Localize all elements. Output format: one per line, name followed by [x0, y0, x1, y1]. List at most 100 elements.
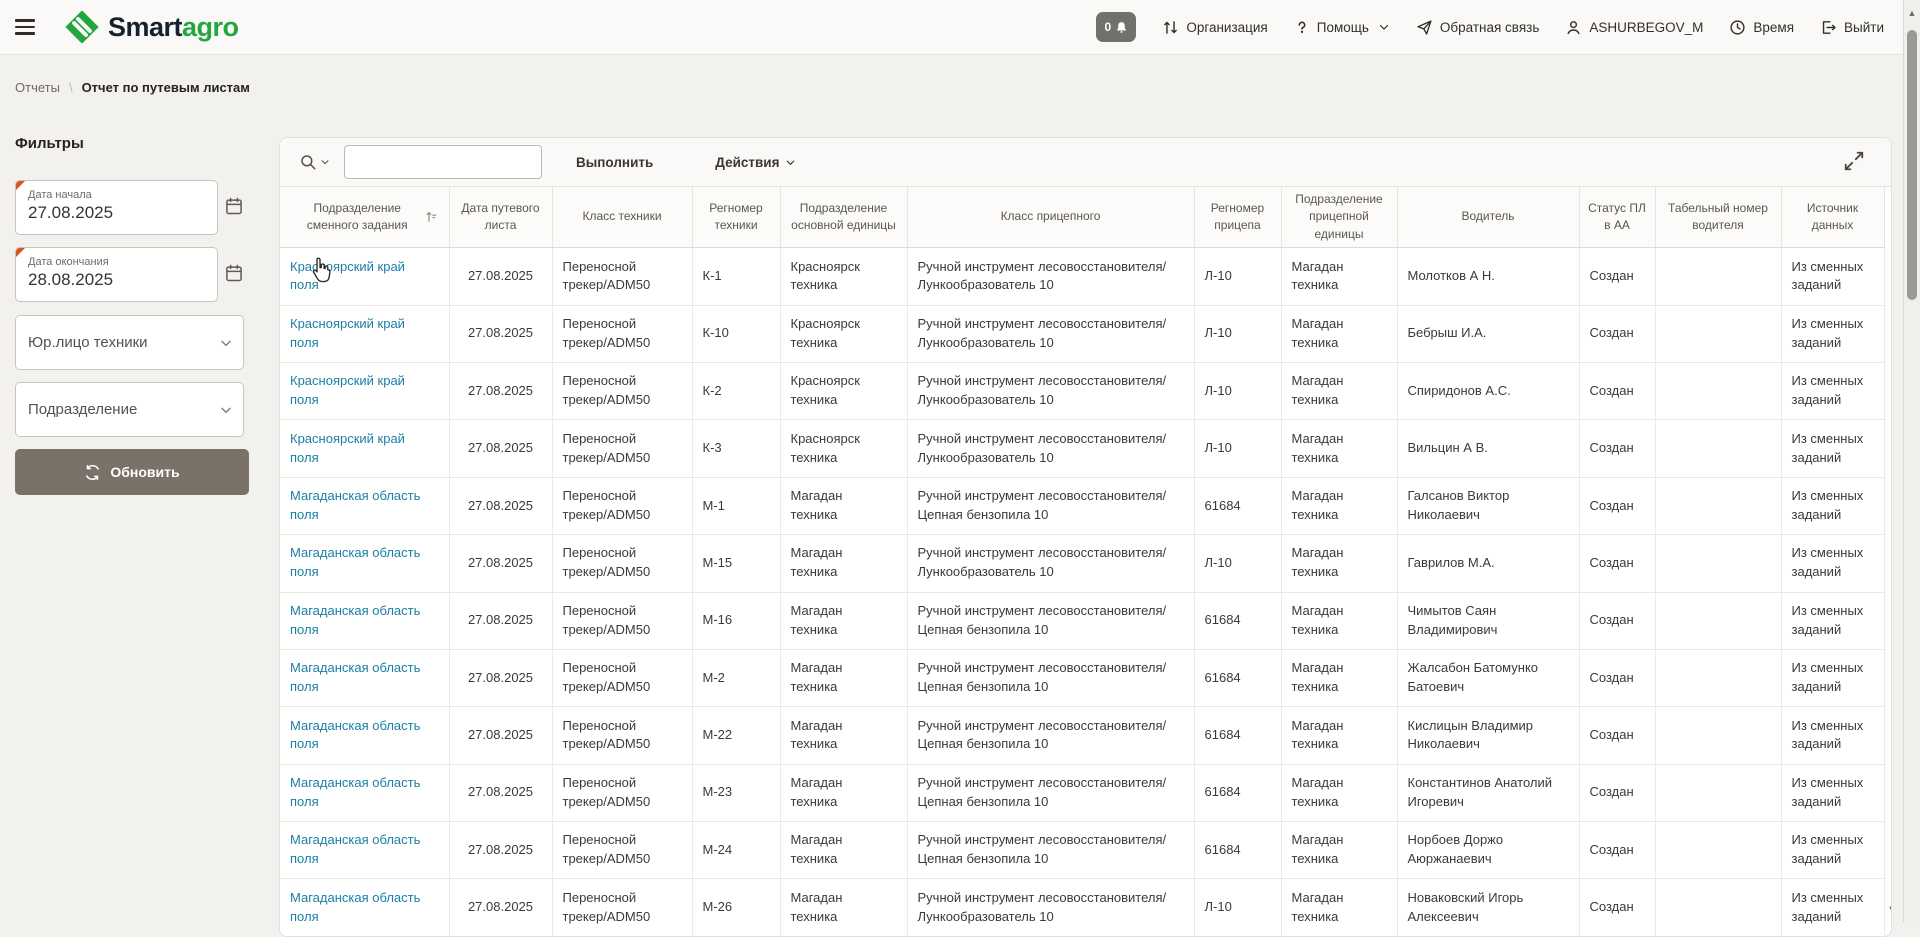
cell-shift-task-division: Красноярский край поля [280, 362, 449, 419]
actions-menu-button[interactable]: Действия [715, 155, 796, 170]
hamburger-menu-icon[interactable] [15, 14, 41, 40]
cell-tech-regnum: М-22 [692, 707, 780, 764]
column-header-main-unit-division[interactable]: Подразделение основной единицы [780, 187, 907, 248]
division-link[interactable]: Красноярский край поля [290, 316, 405, 350]
division-link[interactable]: Магаданская область поля [290, 832, 420, 866]
breadcrumb-separator: \ [69, 80, 73, 95]
table-row: Магаданская область поля 27.08.2025Перено… [280, 592, 1884, 649]
cell-waybill-status: Создан [1579, 420, 1655, 477]
execute-button[interactable]: Выполнить [576, 155, 653, 170]
cell-tech-class: Переносной трекер/ADM50 [552, 879, 692, 936]
column-header-waybill-status[interactable]: Статус ПЛ в АА [1579, 187, 1655, 248]
cell-trailer-unit-division: Магадан техника [1281, 879, 1397, 936]
column-label: Подразделение основной единицы [789, 200, 899, 235]
division-select[interactable]: Подразделение [15, 382, 244, 437]
cell-main-unit-division: Магадан техника [780, 764, 907, 821]
division-link[interactable]: Магаданская область поля [290, 488, 420, 522]
cell-main-unit-division: Магадан техника [780, 822, 907, 879]
scroll-down-indicator[interactable]: ▼ [1887, 904, 1892, 916]
cell-waybill-date: 27.08.2025 [449, 592, 552, 649]
cell-trailer-class: Ручной инструмент лесовосстановителя/ Це… [907, 592, 1194, 649]
division-link[interactable]: Красноярский край поля [290, 259, 405, 293]
notification-count: 0 [1104, 20, 1111, 34]
scrollbar-up-arrow[interactable]: ▲ [1904, 8, 1920, 18]
division-link[interactable]: Магаданская область поля [290, 660, 420, 694]
cell-personnel-number [1655, 420, 1781, 477]
division-link[interactable]: Магаданская область поля [290, 775, 420, 809]
cell-driver: Бебрыш И.А. [1397, 305, 1579, 362]
cell-trailer-class: Ручной инструмент лесовосстановителя/ Це… [907, 649, 1194, 706]
division-link[interactable]: Магаданская область поля [290, 890, 420, 924]
division-link[interactable]: Красноярский край поля [290, 373, 405, 407]
cell-trailer-unit-division: Магадан техника [1281, 477, 1397, 534]
cell-data-source: Из сменных заданий [1781, 764, 1884, 821]
table-row: Магаданская область поля27.08.2025Перено… [280, 477, 1884, 534]
cell-data-source: Из сменных заданий [1781, 822, 1884, 879]
calendar-icon[interactable] [224, 196, 246, 218]
column-header-tech-regnum[interactable]: Регномер техники [692, 187, 780, 248]
legal-entity-select[interactable]: Юр.лицо техники [15, 315, 244, 370]
chevron-down-icon [219, 336, 233, 350]
vertical-scrollbar[interactable]: ▲ [1903, 0, 1920, 922]
division-link[interactable]: Магаданская область поля [290, 718, 420, 752]
cell-tech-regnum: М-16 [692, 592, 780, 649]
notifications-button[interactable]: 0 [1096, 12, 1136, 42]
column-header-tech-class[interactable]: Класс техники [552, 187, 692, 248]
cell-trailer-class: Ручной инструмент лесовосстановителя/ Лу… [907, 362, 1194, 419]
division-link[interactable]: Красноярский край поля [290, 431, 405, 465]
table-header: Подразделение сменного заданияДата путев… [280, 187, 1884, 248]
breadcrumb-parent[interactable]: Отчеты [15, 80, 60, 95]
app-logo: Smartagro [63, 8, 239, 46]
cell-personnel-number [1655, 764, 1781, 821]
search-input[interactable] [344, 145, 542, 179]
report-region: Выполнить Действия Подразделение сменног… [279, 137, 1892, 937]
nav-feedback[interactable]: Обратная связь [1416, 19, 1539, 36]
nav-organization[interactable]: Организация [1162, 19, 1267, 36]
cell-shift-task-division: Магаданская область поля [280, 592, 449, 649]
cell-trailer-class: Ручной инструмент лесовосстановителя/ Лу… [907, 420, 1194, 477]
table-row: Магаданская область поля27.08.2025Перено… [280, 535, 1884, 592]
nav-user[interactable]: ASHURBEGOV_M [1565, 19, 1703, 36]
cell-tech-regnum: М-2 [692, 649, 780, 706]
column-header-driver[interactable]: Водитель [1397, 187, 1579, 248]
column-header-waybill-date[interactable]: Дата путевого листа [449, 187, 552, 248]
column-label: Подразделение прицепной единицы [1290, 191, 1389, 243]
nav-logout[interactable]: Выйти [1820, 19, 1884, 36]
table-body: Красноярский край поля27.08.2025Переносн… [280, 248, 1884, 937]
cell-tech-regnum: К-10 [692, 305, 780, 362]
cell-trailer-unit-division: Магадан техника [1281, 822, 1397, 879]
refresh-button[interactable]: Обновить [15, 449, 249, 495]
cell-waybill-date: 27.08.2025 [449, 477, 552, 534]
cell-waybill-status: Создан [1579, 477, 1655, 534]
division-link[interactable]: Магаданская область поля [290, 545, 420, 579]
column-label: Подразделение сменного задания [288, 200, 441, 235]
scrollbar-thumb[interactable] [1907, 30, 1917, 300]
logout-icon [1820, 19, 1837, 36]
search-options-button[interactable] [299, 153, 330, 171]
cell-trailer-class: Ручной инструмент лесовосстановителя/ Це… [907, 822, 1194, 879]
cell-driver: Вильцин А В. [1397, 420, 1579, 477]
nav-time[interactable]: Время [1729, 19, 1794, 36]
nav-help[interactable]: Помощь [1294, 19, 1390, 35]
calendar-icon[interactable] [224, 263, 246, 285]
cell-personnel-number [1655, 477, 1781, 534]
cell-trailer-regnum: 61684 [1194, 764, 1281, 821]
date-start-field[interactable]: Дата начала 27.08.2025 [15, 180, 218, 235]
cell-tech-regnum: К-3 [692, 420, 780, 477]
report-toolbar: Выполнить Действия [280, 138, 1891, 187]
date-end-field[interactable]: Дата окончания 28.08.2025 [15, 247, 218, 302]
column-header-trailer-regnum[interactable]: Регномер прицепа [1194, 187, 1281, 248]
cell-main-unit-division: Магадан техника [780, 477, 907, 534]
column-header-data-source[interactable]: Источник данных [1781, 187, 1884, 248]
cell-tech-class: Переносной трекер/ADM50 [552, 822, 692, 879]
maximize-region-icon[interactable] [1843, 150, 1869, 176]
division-link[interactable]: Магаданская область поля [290, 603, 420, 637]
column-header-shift-task-division[interactable]: Подразделение сменного задания [280, 187, 449, 248]
refresh-label: Обновить [110, 464, 179, 480]
column-header-trailer-unit-division[interactable]: Подразделение прицепной единицы [1281, 187, 1397, 248]
page-title: Отчет по путевым листам [82, 80, 250, 95]
cell-tech-class: Переносной трекер/ADM50 [552, 592, 692, 649]
cell-waybill-status: Создан [1579, 535, 1655, 592]
column-header-trailer-class[interactable]: Класс прицепного [907, 187, 1194, 248]
column-header-personnel-number[interactable]: Табельный номер водителя [1655, 187, 1781, 248]
